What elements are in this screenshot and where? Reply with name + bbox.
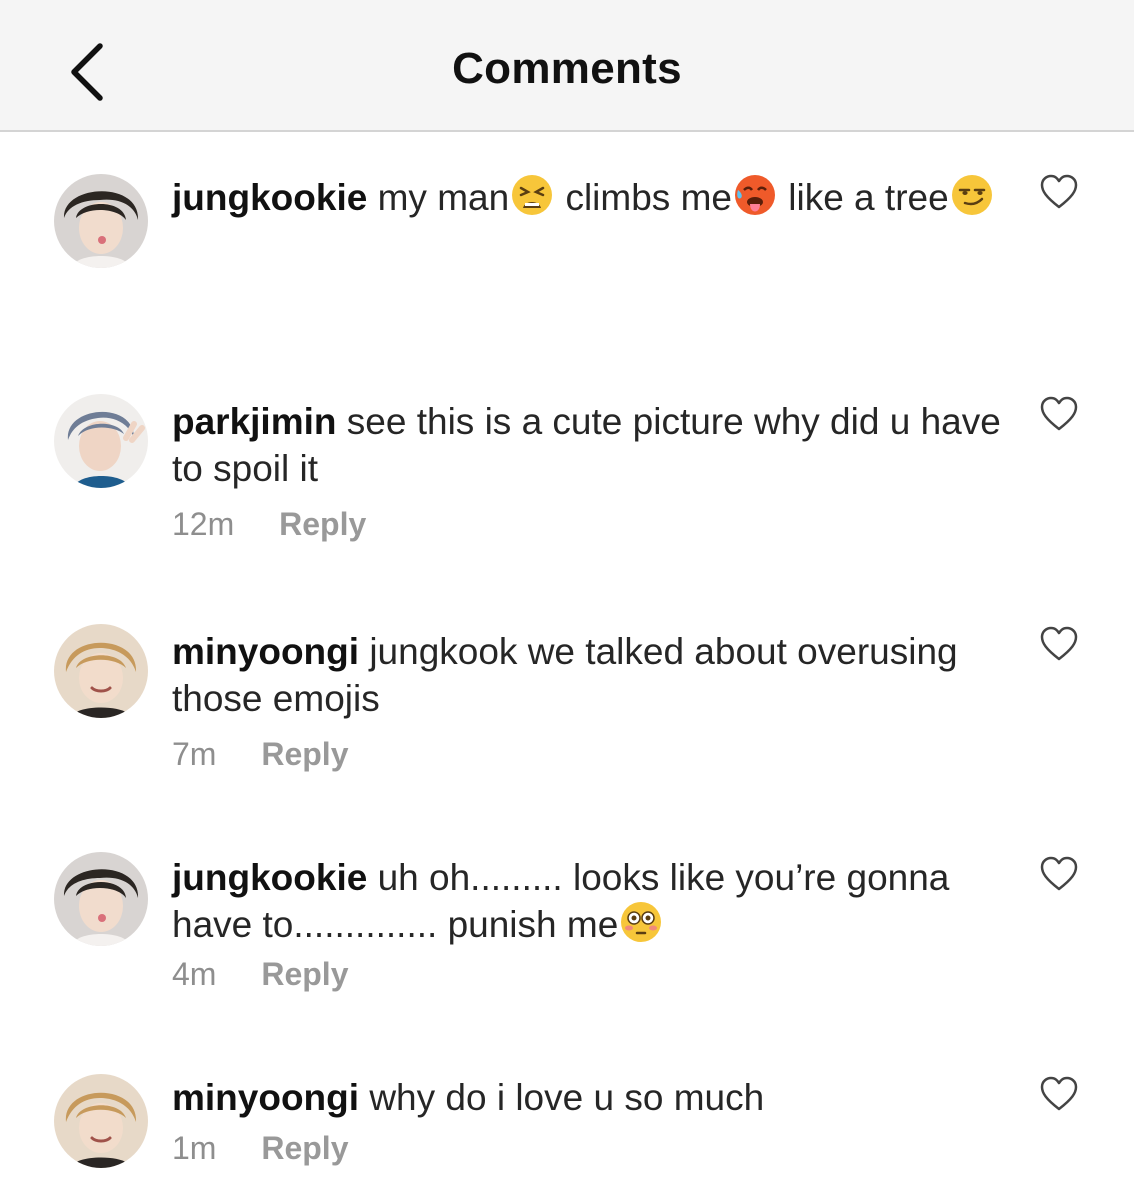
avatar-image: [54, 394, 148, 488]
reply-button[interactable]: Reply: [261, 736, 348, 772]
comment-meta: 4m Reply: [172, 956, 348, 993]
avatar[interactable]: [54, 624, 148, 718]
comment-text-part: my man: [377, 177, 510, 218]
comment-text: parkjimin see this is a cute picture why…: [172, 398, 1032, 492]
page-title: Comments: [452, 44, 682, 93]
comment-username[interactable]: parkjimin: [172, 401, 337, 442]
avatar-image: [54, 624, 148, 718]
comment-username[interactable]: jungkookie: [172, 857, 367, 898]
smirking-face-emoji: [951, 174, 993, 216]
comment-text: jungkookie uh oh......... looks like you…: [172, 854, 1032, 948]
avatar[interactable]: [54, 394, 148, 488]
comment-username[interactable]: minyoongi: [172, 1077, 359, 1118]
comment-time: 12m: [172, 506, 235, 542]
heart-icon[interactable]: [1040, 1076, 1078, 1112]
comment-username[interactable]: jungkookie: [172, 177, 367, 218]
comment-time: 4m: [172, 956, 217, 992]
tired-face-emoji: [511, 174, 553, 216]
comment-text: jungkookie my man climbs me like a tree: [172, 174, 1032, 221]
avatar-image: [54, 1074, 148, 1168]
reply-button[interactable]: Reply: [279, 506, 366, 542]
avatar[interactable]: [54, 174, 148, 268]
comment-text-part: climbs me: [555, 177, 732, 218]
comment-text-part: like a tree: [777, 177, 949, 218]
heart-icon[interactable]: [1040, 626, 1078, 662]
comment-meta: 12m Reply: [172, 506, 366, 543]
reply-button[interactable]: Reply: [261, 1130, 348, 1166]
comment-meta: 1m Reply: [172, 1130, 348, 1167]
heart-icon[interactable]: [1040, 174, 1078, 210]
avatar[interactable]: [54, 852, 148, 946]
top-bar: Comments: [0, 0, 1134, 132]
comment-meta: 7m Reply: [172, 736, 348, 773]
heart-icon[interactable]: [1040, 396, 1078, 432]
reply-button[interactable]: Reply: [261, 956, 348, 992]
comment-username[interactable]: minyoongi: [172, 631, 359, 672]
comment-text-content: why do i love u so much: [369, 1077, 765, 1118]
comment-text: minyoongi jungkook we talked about overu…: [172, 628, 1032, 722]
avatar-image: [54, 852, 148, 946]
flushed-face-emoji: [620, 901, 662, 943]
heart-icon[interactable]: [1040, 856, 1078, 892]
hot-face-emoji: [734, 174, 776, 216]
comment-text: minyoongi why do i love u so much: [172, 1074, 1032, 1121]
avatar[interactable]: [54, 1074, 148, 1168]
comment-time: 7m: [172, 736, 217, 772]
comment-time: 1m: [172, 1130, 217, 1166]
avatar-image: [54, 174, 148, 268]
